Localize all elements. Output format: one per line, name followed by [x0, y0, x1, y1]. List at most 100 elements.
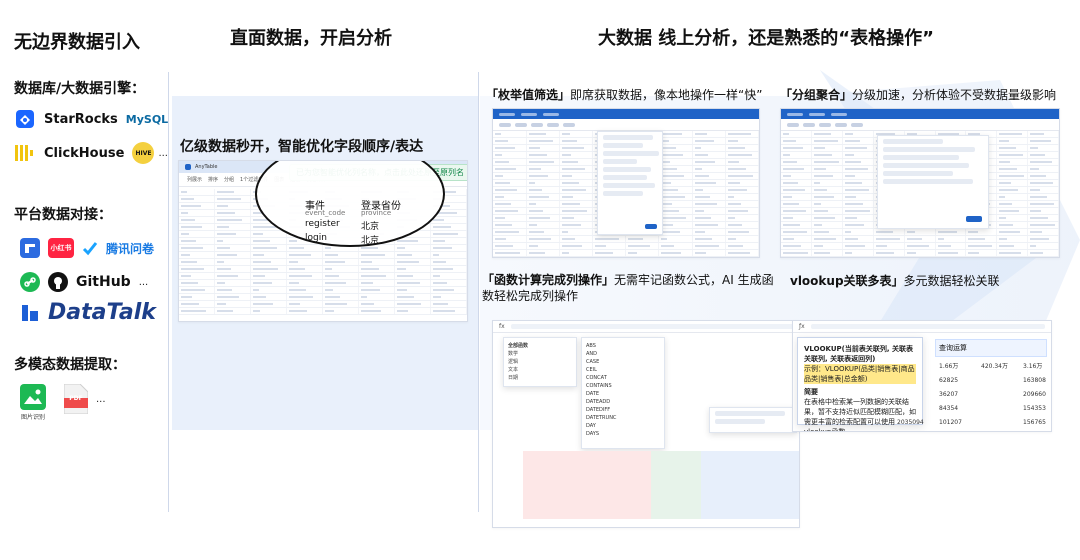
toolbar-sort[interactable]: 排序	[208, 176, 218, 183]
clickhouse-icon	[15, 145, 33, 161]
ellipsis-2: ...	[138, 276, 149, 288]
func-list-item[interactable]: DATEADD	[586, 398, 660, 406]
smart-rename-toast[interactable]: 已为您智能优化列名称，点击此处还原至原列名	[289, 164, 467, 181]
func-list-item[interactable]: DATETRUNC	[586, 414, 660, 422]
func-category-item[interactable]: 文本	[508, 366, 572, 374]
table-cell	[430, 272, 467, 280]
table-cell	[625, 242, 660, 250]
vlookup-help-box: VLOOKUP(当前表关联列, 关联表关联列, 关联表返回列) 示例：VLOOK…	[797, 337, 923, 431]
table-cell	[559, 228, 594, 236]
table-cell	[526, 193, 560, 201]
table-cell	[214, 209, 252, 217]
table-cell	[692, 186, 726, 194]
group-agg-confirm[interactable]	[966, 216, 982, 222]
group-agg-panel[interactable]	[877, 135, 989, 229]
table-cell	[658, 172, 693, 180]
table-cell	[559, 200, 594, 208]
toolbar-group[interactable]: 分组	[224, 176, 234, 183]
table-cell	[1027, 193, 1059, 201]
func-list-item[interactable]: DATE	[586, 390, 660, 398]
table-cell	[658, 144, 693, 152]
table-cell	[935, 228, 967, 236]
table-cell	[214, 286, 252, 294]
table-cell	[692, 193, 726, 201]
table-row	[781, 242, 1059, 250]
multimodal-title: 多模态数据提取：	[14, 357, 126, 373]
func-category-item[interactable]: 全部函数	[508, 342, 572, 350]
table-cell	[811, 200, 844, 208]
db-title: 数据库/大数据引擎：	[14, 81, 146, 97]
func-list-item[interactable]: AND	[586, 350, 660, 358]
table-cell	[559, 158, 594, 166]
table-cell	[996, 200, 1029, 208]
table-cell	[811, 151, 844, 159]
table-cell	[214, 307, 252, 315]
table-cell	[394, 244, 432, 252]
func-list-item[interactable]: DATEDIFF	[586, 406, 660, 414]
table-cell	[725, 235, 759, 243]
table-cell	[559, 151, 594, 159]
func-list-item[interactable]: CONTAINS	[586, 382, 660, 390]
table-cell	[286, 307, 324, 315]
table-cell	[559, 172, 594, 180]
enum-filter-panel[interactable]	[597, 131, 663, 235]
table-cell	[725, 172, 759, 180]
table-cell	[658, 235, 693, 243]
func-list-item[interactable]: ABS	[586, 342, 660, 350]
table-cell	[322, 300, 360, 308]
toolbar-filter[interactable]: 1个过滤条件	[240, 176, 268, 183]
table-cell	[781, 242, 813, 250]
table-cell	[179, 265, 216, 273]
table-cell	[250, 272, 288, 280]
table-cell	[692, 151, 726, 159]
table-row	[179, 244, 467, 252]
table-cell	[559, 165, 594, 173]
table-cell	[250, 293, 288, 301]
func-list-item[interactable]: CEIL	[586, 366, 660, 374]
table-cell	[692, 137, 726, 145]
ai-prompt-panel[interactable]	[709, 407, 797, 433]
table-cell	[781, 179, 813, 187]
toolbar-chart[interactable]: 图表	[274, 176, 284, 183]
table-cell	[214, 251, 252, 259]
table-cell	[179, 279, 216, 287]
table-cell	[1027, 172, 1059, 180]
func-list-item[interactable]: DAYS	[586, 430, 660, 438]
table-cell	[842, 151, 874, 159]
card1-title: 「枚举值筛选」即席获取数据，像本地操作一样“快”	[486, 86, 762, 103]
table-row	[781, 249, 1059, 257]
table-cell	[179, 230, 216, 238]
func-list-item[interactable]: DAY	[586, 422, 660, 430]
val-0: 1.66万	[939, 363, 959, 370]
table-cell	[811, 228, 844, 236]
table-cell	[1027, 235, 1059, 243]
func-category-item[interactable]: 逻辑	[508, 358, 572, 366]
func-category-panel[interactable]: 全部函数 数学 逻辑 文本 日期	[503, 337, 577, 387]
table-cell	[179, 286, 216, 294]
table-cell	[430, 195, 467, 203]
enum-filter-confirm[interactable]	[645, 224, 657, 229]
table-cell	[322, 265, 360, 273]
table-cell	[250, 300, 288, 308]
func-category-item[interactable]: 日期	[508, 374, 572, 382]
table-cell	[430, 279, 467, 287]
func-list-item[interactable]: CONCAT	[586, 374, 660, 382]
func-list-item[interactable]: CASE	[586, 358, 660, 366]
table-cell	[179, 209, 216, 217]
table-cell	[250, 251, 288, 259]
table-cell	[179, 300, 216, 308]
func-list-panel[interactable]: ABS AND CASE CEIL CONCAT CONTAINS DATE DATEADD D…	[581, 337, 665, 449]
table-cell	[430, 293, 467, 301]
card2-title-highlight: 「分组聚合」	[780, 88, 853, 102]
table-cell	[526, 228, 560, 236]
table-cell	[1027, 165, 1059, 173]
link-icon	[20, 272, 40, 292]
table-cell	[559, 214, 594, 222]
func-category-item[interactable]: 数学	[508, 350, 572, 358]
table-cell	[250, 195, 288, 203]
table-cell	[430, 216, 467, 224]
table-cell	[811, 207, 844, 215]
toolbar-columns[interactable]: 列展示	[187, 176, 202, 183]
table-cell	[965, 235, 998, 243]
pdf-text: PDF	[69, 395, 83, 402]
